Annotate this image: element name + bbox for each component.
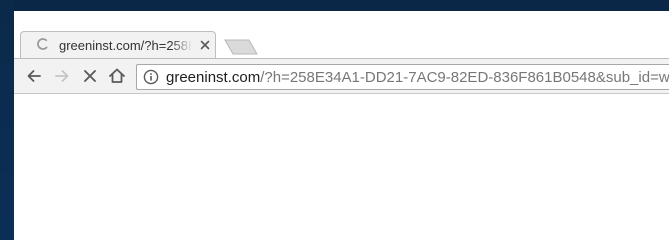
- url-text[interactable]: greeninst.com/?h=258E34A1-DD21-7AC9-82ED…: [166, 69, 669, 87]
- url-path: /?h=258E34A1-DD21-7AC9-82ED-836F861B0548…: [260, 69, 669, 86]
- desktop-background-left: [0, 0, 14, 240]
- info-icon[interactable]: [143, 69, 159, 85]
- stop-loading-icon[interactable]: [80, 66, 100, 86]
- tab-strip: greeninst.com/?h=258E34A1-DD21-7AC9-82ED…: [14, 11, 669, 58]
- navigation-toolbar: greeninst.com/?h=258E34A1-DD21-7AC9-82ED…: [14, 58, 669, 94]
- desktop-background-top: [0, 0, 669, 11]
- arrow-right-icon[interactable]: [52, 66, 72, 86]
- loading-spinner-icon: [37, 38, 48, 50]
- address-bar[interactable]: greeninst.com/?h=258E34A1-DD21-7AC9-82ED…: [136, 64, 669, 90]
- home-icon[interactable]: [107, 66, 127, 86]
- page-content: [14, 94, 669, 240]
- tab-close-icon[interactable]: [199, 39, 211, 51]
- new-tab-button[interactable]: [224, 39, 258, 55]
- tab-title-fade: [171, 36, 195, 56]
- arrow-left-icon[interactable]: [24, 66, 44, 86]
- browser-window: greeninst.com/?h=258E34A1-DD21-7AC9-82ED…: [14, 11, 669, 240]
- url-host: greeninst.com: [166, 69, 261, 86]
- tab-active[interactable]: greeninst.com/?h=258E34A1-DD21-7AC9-82ED…: [20, 31, 216, 58]
